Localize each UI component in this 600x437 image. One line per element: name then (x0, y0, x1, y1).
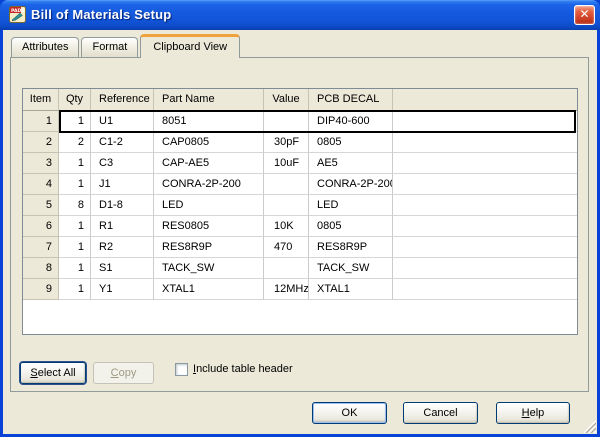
table-cell[interactable]: AE5 (309, 153, 393, 174)
include-table-header-label: Include table header (193, 363, 293, 376)
table-cell[interactable]: 8 (59, 195, 91, 216)
tab-attributes[interactable]: Attributes (11, 37, 79, 57)
bom-table[interactable]: ItemQtyReferencePart NameValuePCB DECAL 1… (22, 88, 578, 335)
svg-text:PADS: PADS (11, 8, 25, 14)
tab-format[interactable]: Format (81, 37, 138, 57)
table-cell[interactable]: TACK_SW (309, 258, 393, 279)
include-table-header-checkbox[interactable] (175, 363, 188, 376)
header-cell: PCB DECAL (309, 89, 393, 111)
table-cell[interactable]: DIP40-600 (309, 111, 393, 132)
table-cell[interactable]: C1-2 (91, 132, 154, 153)
table-cell[interactable]: 8051 (154, 111, 264, 132)
table-cell[interactable]: LED (154, 195, 264, 216)
select-all-button[interactable]: Select All (20, 362, 86, 384)
table-cell[interactable]: 12MHz (264, 279, 309, 300)
table-cell[interactable]: CAP-AE5 (154, 153, 264, 174)
header-cell: Part Name (154, 89, 264, 111)
tab-strip: AttributesFormatClipboard View (11, 37, 240, 57)
table-cell[interactable]: U1 (91, 111, 154, 132)
pads-app-icon: PADS (9, 6, 26, 23)
ok-button[interactable]: OK (312, 402, 387, 424)
table-cell[interactable]: 470 (264, 237, 309, 258)
table-cell[interactable] (264, 111, 309, 132)
window-title: Bill of Materials Setup (31, 0, 171, 29)
header-cell (393, 89, 577, 111)
help-button[interactable]: Help (496, 402, 570, 424)
table-cell[interactable]: CONRA-2P-200 (154, 174, 264, 195)
table-cell[interactable]: C3 (91, 153, 154, 174)
table-cell[interactable] (393, 258, 577, 279)
table-cell[interactable]: 1 (59, 216, 91, 237)
table-cell[interactable]: 10K (264, 216, 309, 237)
table-cell[interactable]: S1 (91, 258, 154, 279)
table-cell[interactable] (393, 216, 577, 237)
header-cell: Qty (59, 89, 91, 111)
header-cell: Value (264, 89, 309, 111)
table-cell[interactable] (393, 153, 577, 174)
table-cell[interactable]: R1 (91, 216, 154, 237)
close-button[interactable]: ✕ (574, 5, 595, 25)
table-cell[interactable] (393, 111, 577, 132)
cancel-button[interactable]: Cancel (403, 402, 478, 424)
table-cell[interactable] (393, 279, 577, 300)
table-cell[interactable]: CAP0805 (154, 132, 264, 153)
table-cell[interactable]: 1 (59, 111, 91, 132)
table-cell[interactable]: 2 (59, 132, 91, 153)
table-cell[interactable] (393, 237, 577, 258)
table-cell[interactable]: XTAL1 (154, 279, 264, 300)
row-number-cell[interactable]: 7 (23, 237, 59, 258)
row-number-cell[interactable]: 9 (23, 279, 59, 300)
row-number-cell[interactable]: 8 (23, 258, 59, 279)
table-cell[interactable] (393, 195, 577, 216)
row-number-cell[interactable]: 6 (23, 216, 59, 237)
table-cell[interactable]: TACK_SW (154, 258, 264, 279)
bill-of-materials-dialog: { "window": { "title": "Bill of Material… (0, 0, 600, 437)
table-cell[interactable]: 10uF (264, 153, 309, 174)
table-cell[interactable]: D1-8 (91, 195, 154, 216)
table-cell[interactable]: CONRA-2P-200 (309, 174, 393, 195)
table-cell[interactable] (264, 258, 309, 279)
resize-grip[interactable] (582, 419, 596, 433)
table-cell[interactable]: XTAL1 (309, 279, 393, 300)
table-cell[interactable]: R2 (91, 237, 154, 258)
table-cell[interactable] (393, 132, 577, 153)
table-cell[interactable]: 1 (59, 153, 91, 174)
header-cell: Reference (91, 89, 154, 111)
table-cell[interactable] (393, 174, 577, 195)
row-number-cell[interactable]: 2 (23, 132, 59, 153)
table-cell[interactable]: 1 (59, 258, 91, 279)
include-table-header-option: Include table header (175, 363, 293, 376)
row-number-cell[interactable]: 1 (23, 111, 59, 132)
table-cell[interactable]: 1 (59, 279, 91, 300)
table-cell[interactable] (264, 174, 309, 195)
table-cell[interactable]: Y1 (91, 279, 154, 300)
table-cell[interactable]: 0805 (309, 216, 393, 237)
table-cell[interactable]: J1 (91, 174, 154, 195)
row-number-cell[interactable]: 5 (23, 195, 59, 216)
header-cell: Item (23, 89, 59, 111)
table-cell[interactable]: 1 (59, 174, 91, 195)
table-cell[interactable]: RES8R9P (309, 237, 393, 258)
table-cell[interactable]: LED (309, 195, 393, 216)
tab-clipboard-view[interactable]: Clipboard View (140, 34, 240, 58)
title-bar: PADS Bill of Materials Setup ✕ (0, 0, 600, 30)
table-cell[interactable]: RES8R9P (154, 237, 264, 258)
table-cell[interactable]: 0805 (309, 132, 393, 153)
table-cell[interactable]: 1 (59, 237, 91, 258)
row-number-cell[interactable]: 3 (23, 153, 59, 174)
row-number-cell[interactable]: 4 (23, 174, 59, 195)
table-cell[interactable] (264, 195, 309, 216)
table-cell[interactable]: RES0805 (154, 216, 264, 237)
copy-button[interactable]: Copy (93, 362, 154, 384)
table-cell[interactable]: 30pF (264, 132, 309, 153)
